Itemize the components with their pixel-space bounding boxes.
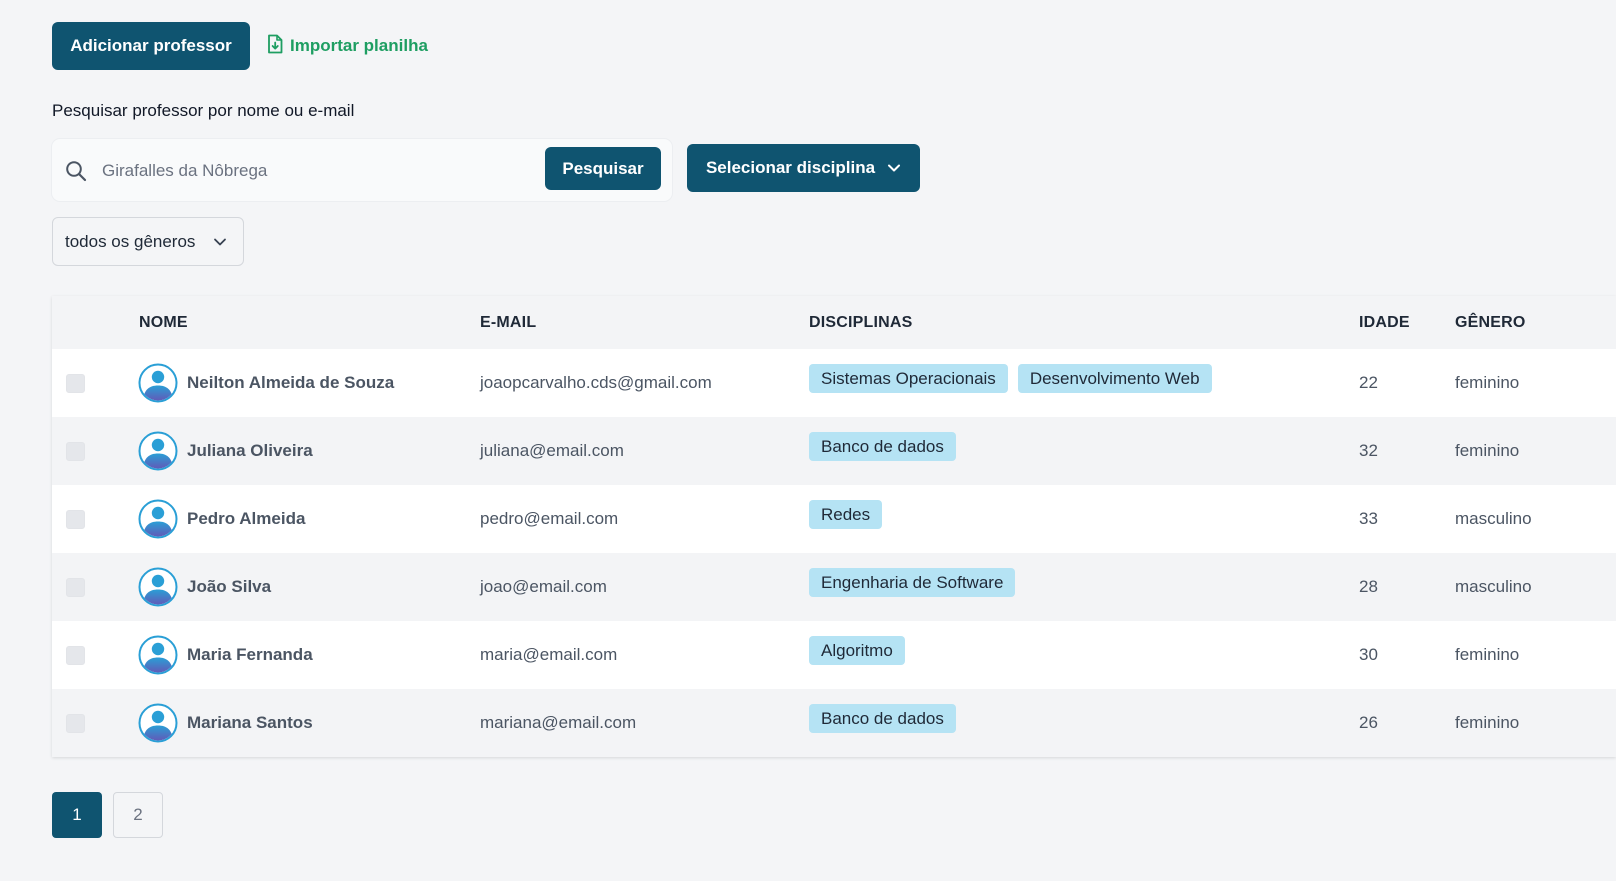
add-teacher-button[interactable]: Adicionar professor — [52, 22, 250, 70]
row-checkbox[interactable] — [66, 578, 85, 597]
row-checkbox[interactable] — [66, 714, 85, 733]
teacher-email: maria@email.com — [480, 645, 618, 664]
table-row: Maria Fernanda maria@email.com Algoritmo 30… — [52, 621, 1616, 689]
teacher-gender: feminino — [1455, 645, 1520, 664]
table-row: Neilton Almeida de Souza joaopcarvalho.cd… — [52, 349, 1616, 417]
search-label: Pesquisar professor por nome ou e-mail — [52, 101, 355, 120]
chevron-down-icon — [213, 232, 227, 252]
column-header-gender[interactable]: GÊNERO — [1455, 314, 1526, 332]
teacher-name[interactable]: Mariana Santos — [187, 713, 313, 733]
discipline-tag: Sistemas Operacionais — [809, 364, 1008, 393]
discipline-tags: Sistemas Operacionais Desenvolvimento Web — [809, 364, 1212, 393]
row-checkbox[interactable] — [66, 442, 85, 461]
search-box: Pesquisar — [52, 139, 672, 201]
teacher-email: pedro@email.com — [480, 509, 619, 528]
table-row: Juliana Oliveira juliana@email.com Banco d… — [52, 417, 1616, 485]
teacher-email: joaopcarvalho.cds@gmail.com — [480, 373, 712, 392]
page-button-2[interactable]: 2 — [113, 792, 163, 838]
column-header-name[interactable]: NOME — [139, 314, 188, 332]
teacher-gender: feminino — [1455, 713, 1520, 732]
discipline-tags: Banco de dados — [809, 432, 956, 461]
user-avatar-icon — [138, 567, 178, 607]
table-header: NOME E-MAIL DISCIPLINAS IDADE GÊNERO — [52, 296, 1616, 349]
teachers-table: NOME E-MAIL DISCIPLINAS IDADE GÊNERO Nei… — [52, 296, 1616, 757]
import-spreadsheet-label: Importar planilha — [290, 36, 428, 55]
row-checkbox[interactable] — [66, 646, 85, 665]
teacher-age: 32 — [1359, 441, 1378, 460]
table-row: Mariana Santos mariana@email.com Banco de … — [52, 689, 1616, 757]
search-button[interactable]: Pesquisar — [545, 147, 661, 190]
discipline-tag: Redes — [809, 500, 883, 529]
discipline-select-label: Selecionar disciplina — [705, 158, 876, 177]
row-checkbox[interactable] — [66, 374, 85, 393]
user-avatar-icon — [138, 499, 178, 539]
teacher-age: 33 — [1359, 509, 1378, 528]
teacher-email: joao@email.com — [480, 577, 607, 596]
discipline-tags: Redes — [809, 500, 883, 529]
table-row: João Silva joao@email.com Engenharia de So… — [52, 553, 1616, 621]
teacher-age: 28 — [1359, 577, 1378, 596]
discipline-tag: Algoritmo — [809, 636, 905, 665]
discipline-select[interactable]: Selecionar disciplina — [687, 144, 920, 192]
discipline-tag: Engenharia de Software — [809, 568, 1016, 597]
discipline-tags: Algoritmo — [809, 636, 905, 665]
discipline-tags: Banco de dados — [809, 704, 956, 733]
file-import-icon — [266, 34, 284, 59]
user-avatar-icon — [138, 703, 178, 743]
teacher-gender: masculino — [1455, 509, 1532, 528]
teacher-email: mariana@email.com — [480, 713, 637, 732]
teacher-age: 26 — [1359, 713, 1378, 732]
gender-select[interactable]: todos os gêneros — [52, 217, 244, 266]
table-row: Pedro Almeida pedro@email.com Redes 33 mascu… — [52, 485, 1616, 553]
discipline-tag: Banco de dados — [809, 432, 956, 461]
gender-select-value: todos os gêneros — [65, 231, 196, 251]
column-header-disciplines[interactable]: DISCIPLINAS — [809, 314, 913, 332]
teacher-gender: feminino — [1455, 373, 1520, 392]
column-header-age[interactable]: IDADE — [1359, 314, 1410, 332]
row-checkbox[interactable] — [66, 510, 85, 529]
chevron-down-icon — [887, 158, 901, 178]
discipline-tag: Banco de dados — [809, 704, 956, 733]
teacher-age: 22 — [1359, 373, 1378, 392]
search-icon — [65, 160, 87, 182]
teacher-name[interactable]: Juliana Oliveira — [187, 441, 313, 461]
page-button-1[interactable]: 1 — [52, 792, 102, 838]
teacher-age: 30 — [1359, 645, 1378, 664]
teacher-name[interactable]: Neilton Almeida de Souza — [187, 373, 394, 393]
teacher-gender: feminino — [1455, 441, 1520, 460]
discipline-tag: Desenvolvimento Web — [1017, 364, 1212, 393]
teacher-name[interactable]: João Silva — [187, 577, 271, 597]
search-input[interactable] — [100, 155, 534, 187]
user-avatar-icon — [138, 431, 178, 471]
user-avatar-icon — [138, 363, 178, 403]
teacher-name[interactable]: Pedro Almeida — [187, 509, 305, 529]
column-header-email[interactable]: E-MAIL — [480, 314, 536, 332]
teacher-gender: masculino — [1455, 577, 1532, 596]
teacher-name[interactable]: Maria Fernanda — [187, 645, 313, 665]
import-spreadsheet-link[interactable]: Importar planilha — [266, 34, 428, 58]
discipline-tags: Engenharia de Software — [809, 568, 1016, 597]
user-avatar-icon — [138, 635, 178, 675]
teacher-email: juliana@email.com — [480, 441, 624, 460]
